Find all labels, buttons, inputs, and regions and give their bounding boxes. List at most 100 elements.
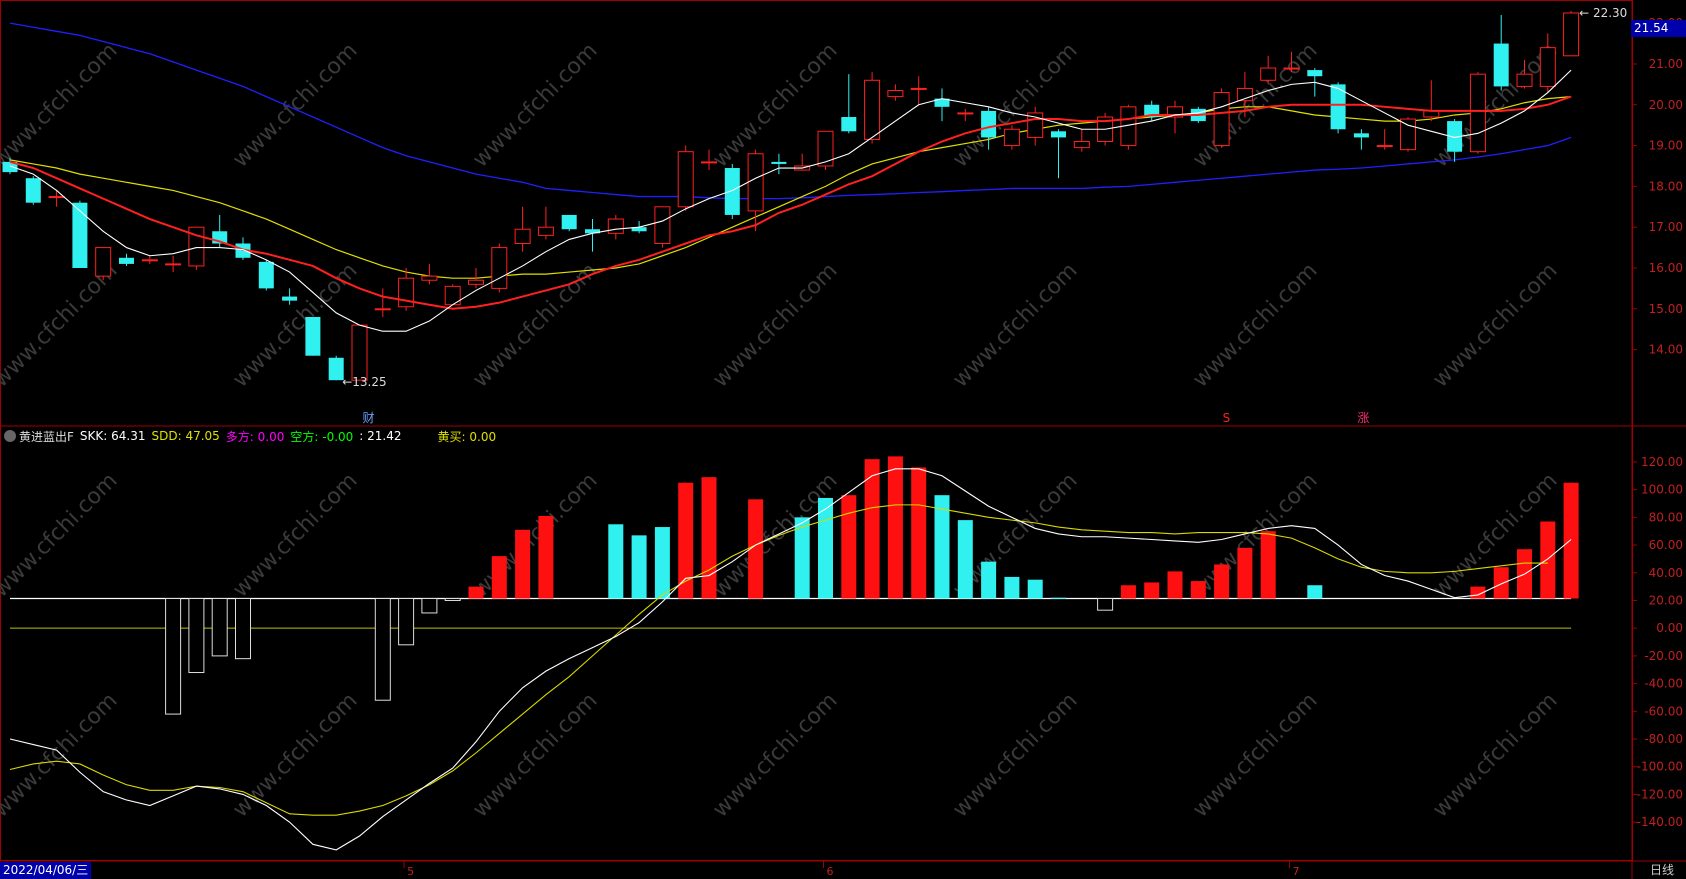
- candle-body-up: [1469, 73, 1486, 153]
- candle-body-up: [1283, 67, 1300, 70]
- indicator-bar-cyan: [1307, 585, 1323, 599]
- watermark-text: www.cfchi.com: [1188, 258, 1322, 392]
- candle-body-up: [48, 196, 65, 199]
- indicator-tick-label: -120.00: [1637, 787, 1683, 801]
- watermark-text: www.cfchi.com: [948, 688, 1082, 822]
- watermark-text: www.cfchi.com: [0, 468, 123, 602]
- event-marker-zhang: 涨: [1357, 410, 1369, 425]
- watermark-text: www.cfchi.com: [228, 468, 362, 602]
- watermark-text: www.cfchi.com: [708, 688, 842, 822]
- price-tick-label: 21.00: [1649, 57, 1683, 71]
- indicator-bar-cyan: [934, 495, 950, 599]
- candle-body-down: [1051, 131, 1066, 138]
- candle-body-up: [141, 259, 158, 262]
- candle-body-up: [817, 130, 834, 167]
- candle-body-up: [1003, 128, 1020, 147]
- indicator-bar-cyan: [631, 535, 647, 599]
- indicator-bar-red: [1260, 531, 1276, 599]
- indicator-tick-label: -140.00: [1637, 815, 1683, 829]
- candle-body-up: [887, 89, 904, 98]
- month-label: 6: [827, 865, 834, 878]
- indicator-bar-hollow: [1097, 598, 1114, 611]
- candle-body-down: [305, 316, 321, 356]
- candle-body-up: [165, 263, 182, 266]
- low-price-label: ←13.25: [342, 375, 386, 389]
- indicator-tick-label: -40.00: [1644, 677, 1683, 691]
- indicator-bar-hollow: [374, 598, 391, 701]
- candle-body-up: [1073, 140, 1090, 149]
- indicator-tick-label: 60.00: [1649, 538, 1683, 552]
- watermark-text: www.cfchi.com: [468, 468, 602, 602]
- period-label[interactable]: 日线: [1638, 862, 1686, 879]
- price-tick-label: 19.00: [1649, 139, 1683, 153]
- indicator-bar-red: [841, 495, 857, 599]
- indicator-bar-red: [1190, 581, 1206, 599]
- candle-body-down: [1493, 43, 1509, 87]
- month-label: 5: [407, 865, 414, 878]
- watermark-text: www.cfchi.com: [1188, 688, 1322, 822]
- indicator-tick-label: -60.00: [1644, 704, 1683, 718]
- indicator-bar-cyan: [818, 497, 833, 599]
- indicator-bar-hollow: [165, 598, 182, 715]
- candle-body-up: [607, 218, 624, 234]
- indicator-tick-label: 0.00: [1656, 621, 1683, 635]
- candle-body-down: [724, 168, 740, 215]
- chevron-down-circle-icon[interactable]: [4, 430, 16, 442]
- watermark-text: www.cfchi.com: [228, 688, 362, 822]
- candle-body-down: [771, 161, 787, 164]
- price-tick-label: 16.00: [1649, 261, 1683, 275]
- candle-body-up: [864, 79, 881, 140]
- watermark-text: www.cfchi.com: [708, 258, 842, 392]
- indicator-tick-label: -20.00: [1644, 649, 1683, 663]
- watermark-text: www.cfchi.com: [0, 258, 123, 392]
- candle-body-up: [654, 206, 671, 245]
- indicator-bar-red: [701, 477, 717, 599]
- date-tag: 2022/04/06/三: [0, 862, 92, 879]
- candle-body-up: [95, 247, 112, 277]
- candle-body-up: [374, 308, 391, 311]
- candle-body-up: [514, 228, 531, 245]
- indicator-bar-red: [1237, 547, 1253, 599]
- watermark-text: www.cfchi.com: [1428, 688, 1562, 822]
- candle-body-down: [25, 178, 41, 203]
- indicator-bar-hollow: [235, 598, 251, 660]
- watermark-text: www.cfchi.com: [0, 38, 123, 172]
- candle-body-up: [1376, 145, 1393, 148]
- indicator-tick-label: 120.00: [1641, 455, 1683, 469]
- candle-body-up: [701, 161, 717, 164]
- indicator-tick-label: 40.00: [1649, 566, 1683, 580]
- candle-body-up: [468, 279, 484, 285]
- candle-body-up: [351, 324, 368, 381]
- indicator-bar-cyan: [1051, 597, 1066, 599]
- indicator-header: 黄进蓝出F SKK: 64.31 SDD: 47.05 多方: 0.00 空方:…: [0, 426, 502, 446]
- sdd-value: SDD: 47.05: [151, 429, 220, 443]
- candle-body-up: [1539, 47, 1556, 87]
- indicator-bar-hollow: [421, 598, 438, 614]
- candle-body-down: [119, 257, 134, 264]
- candle-body-up: [1563, 12, 1580, 57]
- indicator-bar-hollow: [398, 598, 415, 646]
- indicator-tick-label: -80.00: [1644, 732, 1683, 746]
- indicator-bar-red: [1540, 521, 1556, 599]
- indicator-bar-red: [468, 586, 484, 599]
- candle-body-up: [1516, 73, 1533, 87]
- indicator-bar-cyan: [981, 561, 997, 599]
- price-tick-label: 15.00: [1649, 302, 1683, 316]
- candle-body-up: [1213, 92, 1230, 147]
- short-value: 空方: -0.00: [290, 429, 354, 444]
- candle-body-down: [258, 261, 274, 289]
- indicator-bar-red: [515, 529, 531, 599]
- indicator-bar-red: [491, 556, 507, 599]
- watermark-text: www.cfchi.com: [948, 258, 1082, 392]
- indicator-bar-red: [1144, 582, 1160, 599]
- month-label: 7: [1293, 865, 1300, 878]
- candle-body-up: [1400, 118, 1416, 151]
- indicator-bar-red: [911, 467, 927, 599]
- price-tick-label: 14.00: [1649, 343, 1683, 357]
- watermark-text: www.cfchi.com: [1188, 468, 1322, 602]
- long-value: 多方: 0.00: [225, 429, 285, 444]
- candle-body-up: [677, 151, 694, 208]
- indicator-tick-label: -100.00: [1637, 760, 1683, 774]
- price-tick-label: 17.00: [1649, 220, 1683, 234]
- indicator-name[interactable]: 黄进蓝出F: [19, 428, 74, 445]
